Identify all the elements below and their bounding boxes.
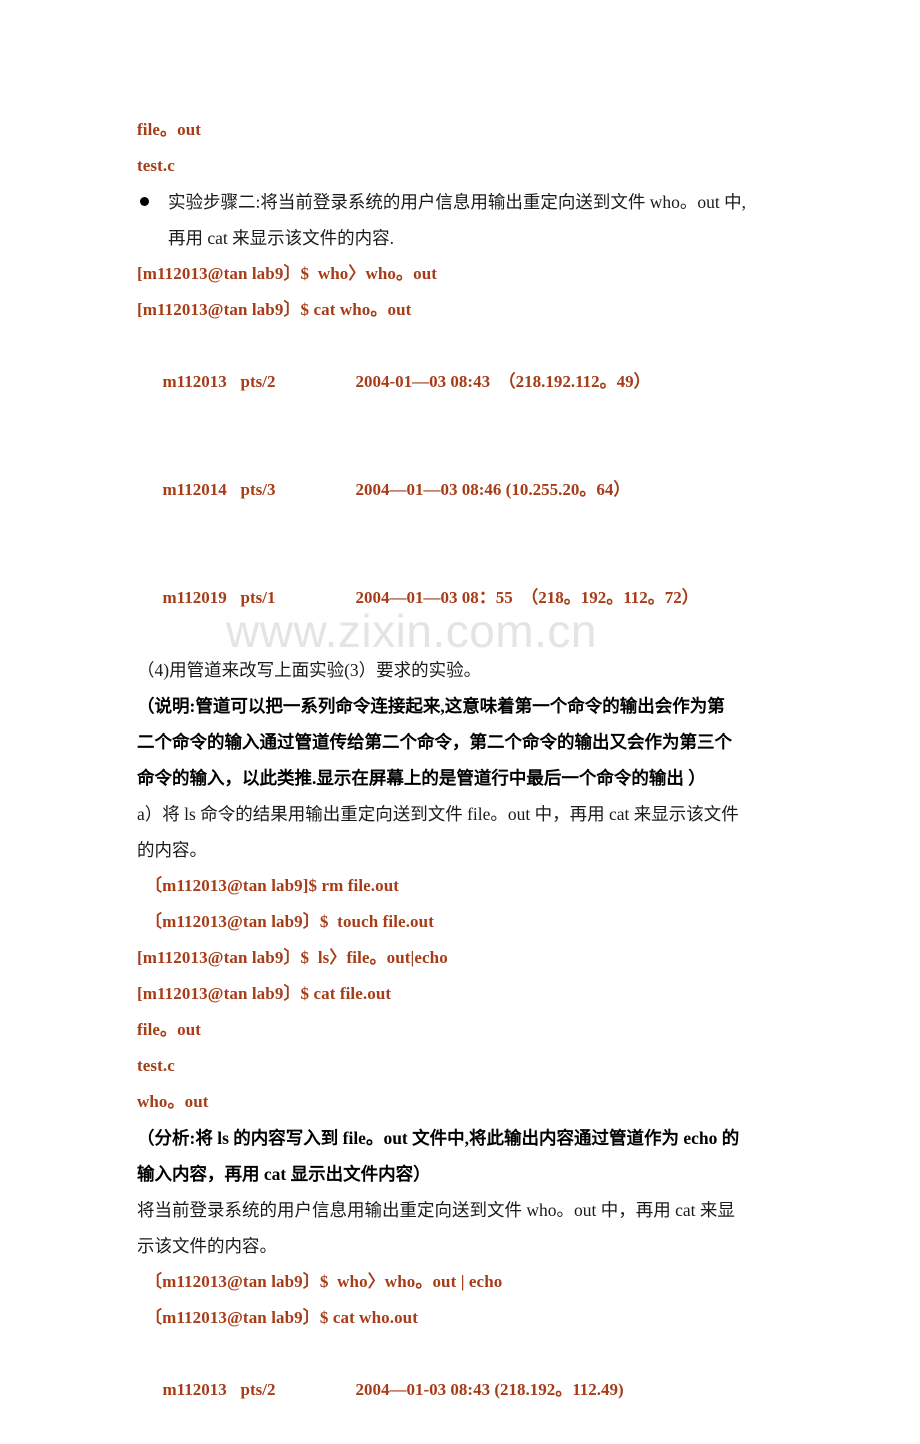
paragraph-who-description: 将当前登录系统的用户信息用输出重定向送到文件 who。out 中，再用 cat … <box>137 1192 792 1264</box>
who-tty: pts/1 <box>240 588 276 607</box>
paragraph-analysis: （分析:将 ls 的内容写入到 file。out 文件中,将此输出内容通过管道作… <box>137 1120 792 1192</box>
list-item-step-two: 实验步骤二:将当前登录系统的用户信息用输出重定向送到文件 who。out 中, … <box>137 184 792 256</box>
output-line-file-out-1: file。out <box>137 120 202 139</box>
who-user: m112013 <box>162 1380 227 1399</box>
step-two-line-1: 实验步骤二:将当前登录系统的用户信息用输出重定向送到文件 who。out 中, <box>168 192 746 212</box>
who-output-row-final: m112013 pts/2 2004—01-03 08:43 (218.192。11… <box>137 1336 792 1444</box>
paragraph-pipe-explanation: （说明:管道可以把一系列命令连接起来,这意味着第一个命令的输出会作为第 二个命令… <box>137 688 792 796</box>
paragraph-item-4: （4)用管道来改写上面实验(3）要求的实验。 <box>137 660 482 680</box>
analysis-line-2: 输入内容，再用 cat 显示出文件内容） <box>137 1164 431 1184</box>
command-cat-who-2: 〔m112013@tan lab9〕$ cat who.out <box>145 1308 418 1327</box>
who-tty: pts/2 <box>240 372 276 391</box>
command-cat-file: [m112013@tan lab9〕$ cat file.out <box>137 984 392 1003</box>
command-who-pipe-echo: 〔m112013@tan lab9〕$ who〉who。out | echo <box>145 1272 503 1291</box>
output-line-test-c-2: test.c <box>137 1056 175 1075</box>
who-user: m112014 <box>162 480 227 499</box>
who-tty: pts/2 <box>240 1380 276 1399</box>
step-two-line-2: 再用 cat 来显示该文件的内容. <box>168 228 395 248</box>
analysis-line-1: （分析:将 ls 的内容写入到 file。out 文件中,将此输出内容通过管道作… <box>137 1128 740 1148</box>
output-line-file-out-2: file。out <box>137 1020 202 1039</box>
explanation-line-1: （说明:管道可以把一系列命令连接起来,这意味着第一个命令的输出会作为第 <box>137 696 725 716</box>
document-body: file。out test.c 实验步骤二:将当前登录系统的用户信息用输出重定向… <box>137 112 792 1444</box>
output-line-test-c-1: test.c <box>137 156 175 175</box>
who-detail: 2004-01—03 08:43 （218.192.112。49） <box>355 372 651 391</box>
who-user: m112013 <box>162 372 227 391</box>
command-who-redirect: [m112013@tan lab9〕$ who〉who。out <box>137 264 438 283</box>
explanation-line-3: 命令的输入，以此类推.显示在屏幕上的是管道行中最后一个命令的输出 ） <box>137 768 706 788</box>
who-detail: 2004—01-03 08:43 (218.192。112.49) <box>355 1380 624 1399</box>
who-detail: 2004—01—03 08：55 （218。192。112。72） <box>355 588 699 607</box>
bullet-dot-icon <box>140 197 149 206</box>
who-user: m112019 <box>162 588 227 607</box>
command-cat-who: [m112013@tan lab9〕$ cat who。out <box>137 300 412 319</box>
document-page: www.zixin.com.cn file。out test.c 实验步骤二:将… <box>0 0 920 1399</box>
who-desc-line-2: 示该文件的内容。 <box>137 1236 277 1256</box>
command-touch-file: 〔m112013@tan lab9〕$ touch file.out <box>145 912 434 931</box>
explanation-line-2: 二个命令的输入通过管道传给第二个命令，第二个命令的输出又会作为第三个 <box>137 732 732 752</box>
who-desc-line-1: 将当前登录系统的用户信息用输出重定向送到文件 who。out 中，再用 cat … <box>137 1200 735 1220</box>
command-ls-pipe-echo: [m112013@tan lab9〕$ ls〉file。out|echo <box>137 948 448 967</box>
who-output-row-3: m112019 pts/1 2004—01—03 08：55 （218。192。11… <box>137 544 792 652</box>
paragraph-item-a: a）将 ls 命令的结果用输出重定向送到文件 file。out 中，再用 cat… <box>137 796 792 868</box>
who-output-row-1: m112013 pts/2 2004-01—03 08:43 （218.192.11… <box>137 328 792 436</box>
item-a-line-1: a）将 ls 命令的结果用输出重定向送到文件 file。out 中，再用 cat… <box>137 804 739 824</box>
who-tty: pts/3 <box>240 480 276 499</box>
command-rm-file: 〔m112013@tan lab9]$ rm file.out <box>145 876 400 895</box>
who-detail: 2004—01—03 08:46 (10.255.20。64） <box>355 480 631 499</box>
who-output-row-2: m112014 pts/3 2004—01—03 08:46 (10.255.20。… <box>137 436 792 544</box>
output-line-who-out: who。out <box>137 1092 209 1111</box>
item-a-line-2: 的内容。 <box>137 840 207 860</box>
